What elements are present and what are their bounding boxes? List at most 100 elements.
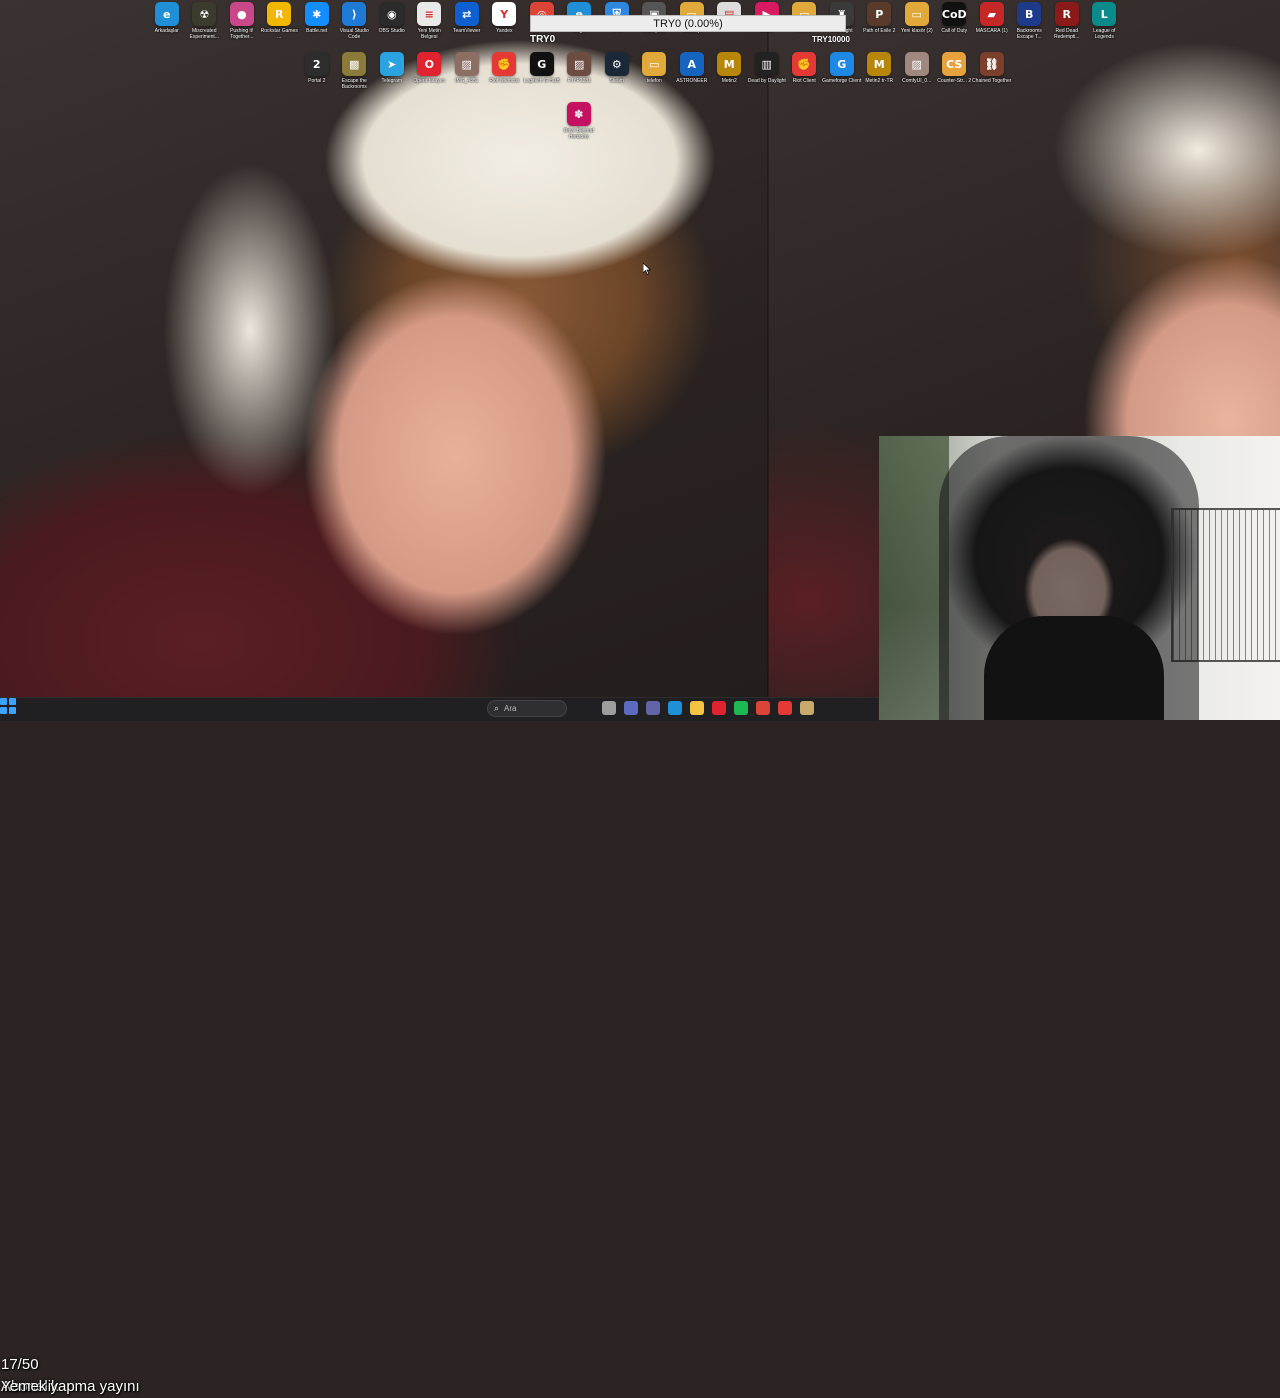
folder-icon: ▭ (642, 52, 667, 76)
desktop-icon-label: Pushing it! Together... (230, 28, 254, 41)
desktop-icon-call-of-duty[interactable]: CoD Call of Duty (936, 2, 974, 40)
desktop-icon-label: Telegram (381, 78, 403, 84)
spotify-icon[interactable] (734, 701, 748, 715)
desktop-icon-red-dead[interactable]: R Red Dead Redempti... (1048, 2, 1086, 40)
desktop-icon-photo[interactable]: ▨ FJYP2281 (561, 52, 599, 90)
chained-together-icon: ⛓ (979, 52, 1004, 76)
desktop-icon-escape-backrooms[interactable]: ▩ Escape the Backrooms (336, 52, 374, 90)
desktop-icon-label: Chained Together (972, 78, 1012, 84)
riot-icon[interactable] (778, 701, 792, 715)
desktop-icon-league[interactable]: L League of Legends (1086, 2, 1124, 40)
taskbar-search-placeholder: Ara (504, 704, 517, 713)
path-of-exile-icon: P (867, 2, 892, 26)
desktop-icon-battlenet[interactable]: ✱ Battle.net (298, 2, 336, 40)
desktop-icon-yandex[interactable]: Y Yandex (486, 2, 524, 40)
desktop-icon-backrooms[interactable]: B Backrooms Escape T... (1011, 2, 1049, 40)
desktop-icon-label: Metin2 (721, 78, 737, 84)
desktop-icon-label: IMG_4351 (455, 78, 479, 84)
yandex-icon: Y (492, 2, 517, 26)
desktop-icon-label: Escape the Backrooms (341, 78, 367, 91)
desktop-icon-pushing-it[interactable]: ● Pushing it! Together... (223, 2, 261, 40)
taskbar: ⌕ Ara (0, 697, 878, 721)
desktop-icon-photo[interactable]: ▨ ComfyUI_0... (898, 52, 936, 90)
stream-title: Yemek yapma yayını (1, 1378, 140, 1395)
copilot-icon[interactable] (624, 701, 638, 715)
donation-goal-progress: TRY0 (0.00%) (530, 15, 846, 32)
desktop-icon-astroneer[interactable]: A ASTRONEER (673, 52, 711, 90)
obs-icon: ◉ (379, 2, 404, 26)
desktop-icon-label: Steam (609, 78, 624, 84)
windows-start-icon[interactable] (0, 698, 16, 714)
desktop-icon-riot[interactable]: ✊ Riot Client (786, 52, 824, 90)
metin2-icon: M (717, 52, 742, 76)
desktop-icon-drive-beyond-horizons[interactable]: ✽ Drive Beyond Horizons (560, 102, 598, 140)
desktop-icon-riot[interactable]: ✊ Riot İstemcisi (486, 52, 524, 90)
league-icon: L (1092, 2, 1117, 26)
desktop-icon-opera[interactable]: O Opera tarayıcı (411, 52, 449, 90)
desktop-icon-label: Path of Exile 2 (863, 28, 896, 34)
photo-icon: ▨ (904, 52, 929, 76)
red-dead-icon: R (1054, 2, 1079, 26)
astroneer-icon: A (679, 52, 704, 76)
desktop-icon-label: TeamViewer (453, 28, 481, 34)
desktop-icon-miscreated[interactable]: ☢ Miscreated Experiment... (186, 2, 224, 40)
desktop-icon-folder[interactable]: ▭ telefon (636, 52, 674, 90)
webcam-streamer (984, 616, 1164, 720)
edge-icon[interactable] (668, 701, 682, 715)
backrooms-icon: B (1017, 2, 1042, 26)
desktop-icon-image-file[interactable]: ▰ MASCARA (1) (973, 2, 1011, 40)
drive-beyond-horizons-icon: ✽ (566, 102, 591, 126)
desktop-icon-metin2[interactable]: M Metin2 tr-TR (861, 52, 899, 90)
taskbar-search-input[interactable]: ⌕ Ara (487, 700, 567, 717)
desktop-icon-label: MASCARA (1) (975, 28, 1008, 34)
desktop-icon-path-of-exile[interactable]: P Path of Exile 2 (861, 2, 899, 40)
task-view-icon[interactable] (602, 701, 616, 715)
telegram-icon: ➤ (379, 52, 404, 76)
opera-icon[interactable] (712, 701, 726, 715)
desktop-icon-label: League of Legends (1093, 28, 1116, 41)
desktop-icon-metin2[interactable]: M Metin2 (711, 52, 749, 90)
photo-icon: ▨ (567, 52, 592, 76)
teams-icon[interactable] (646, 701, 660, 715)
riot-icon: ✊ (492, 52, 517, 76)
file-explorer-icon[interactable] (690, 701, 704, 715)
portal-icon: 2 (304, 52, 329, 76)
desktop-icon-label: Backrooms Escape T... (1016, 28, 1042, 41)
desktop-icon-counter-strike[interactable]: CS Counter-Str... 2 (936, 52, 974, 90)
dead-by-daylight-icon: ▥ (754, 52, 779, 76)
vscode-icon: ⟩ (342, 2, 367, 26)
desktop-icon-photo[interactable]: ▨ IMG_4351 (448, 52, 486, 90)
desktop-icon-telegram[interactable]: ➤ Telegram (373, 52, 411, 90)
desktop-icon-label: Portal 2 (308, 78, 326, 84)
donation-goal-progress-text: TRY0 (0.00%) (653, 17, 723, 30)
desktop-icon-label: Yeni Metin Belgesi (417, 28, 441, 41)
desktop-icon-chained-together[interactable]: ⛓ Chained Together (972, 52, 1012, 90)
desktop-icon-portal[interactable]: 2 Portal 2 (298, 52, 336, 90)
desktop-icon-label: Call of Duty (941, 28, 968, 34)
desktop-icon-vscode[interactable]: ⟩ Visual Studio Code (336, 2, 374, 40)
opera-icon: O (417, 52, 442, 76)
chrome-icon[interactable] (756, 701, 770, 715)
desktop-icon-folder[interactable]: ▭ Yeni klasör (2) (898, 2, 936, 40)
folder-icon: ▭ (904, 2, 929, 26)
pushing-it-icon: ● (229, 2, 254, 26)
desktop-icon-gameforge[interactable]: G Gameforge Client (822, 52, 861, 90)
desktop-icon-dead-by-daylight[interactable]: ▥ Dead by Daylight (748, 52, 786, 90)
league-icon[interactable] (800, 701, 814, 715)
desktop-icon-label: Yeni klasör (2) (900, 28, 933, 34)
desktop-icon-label: Logitech G HUB (523, 78, 560, 84)
desktop-icon-obs[interactable]: ◉ OBS Studio (373, 2, 411, 40)
desktop-icon-teamviewer[interactable]: ⇄ TeamViewer (448, 2, 486, 40)
desktop-icon-label: telefon (646, 78, 662, 84)
desktop-icon-text-document[interactable]: ≡ Yeni Metin Belgesi (411, 2, 449, 40)
desktop-icons-row-2: 2 Portal 2 ▩ Escape the Backrooms ➤ Telegram O… (298, 52, 1011, 90)
desktop-icon-rockstar[interactable]: R Rockstar Games ... (261, 2, 299, 40)
wallpaper-divider (767, 0, 769, 700)
desktop-icon-logitech[interactable]: G Logitech G HUB (523, 52, 561, 90)
logitech-icon: G (529, 52, 554, 76)
mouse-cursor-icon (643, 263, 651, 275)
desktop-icon-edge[interactable]: e Arkadaşlar (148, 2, 186, 40)
call-of-duty-icon: CoD (942, 2, 967, 26)
text-document-icon: ≡ (417, 2, 442, 26)
desktop-icon-steam[interactable]: ⚙ Steam (598, 52, 636, 90)
